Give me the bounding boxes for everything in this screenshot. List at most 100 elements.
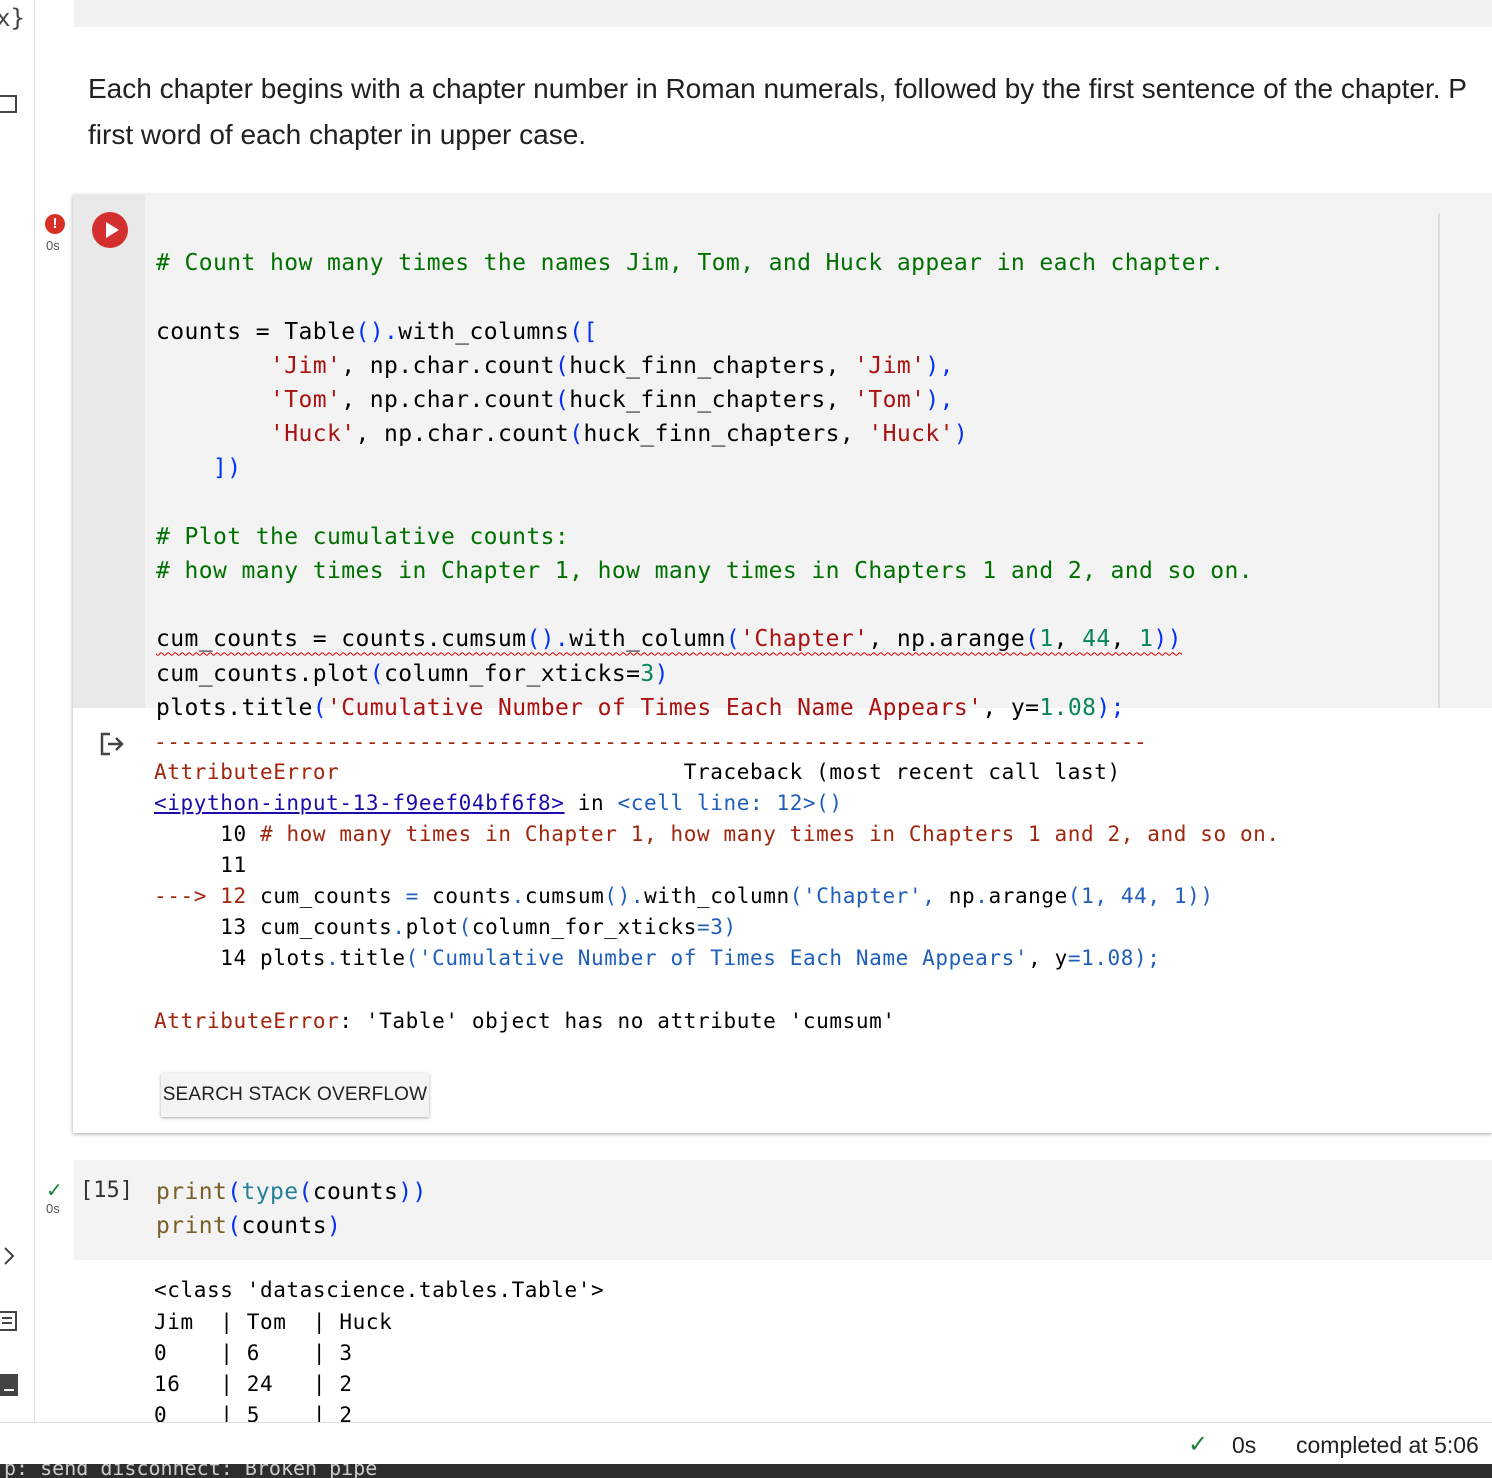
traceback-line-12: ---> 12 cum_counts = counts.cumsum().wit…	[154, 884, 1214, 908]
code-token: ),	[925, 387, 954, 414]
traceback-code: title	[339, 946, 406, 970]
traceback-code: np	[948, 884, 976, 908]
traceback-header: AttributeError Traceback (most recent ca…	[154, 760, 1121, 784]
traceback-code: y	[1054, 946, 1068, 970]
success-check-icon: ✓	[46, 1180, 63, 1202]
error-underline-line: cum_counts = counts.cumsum().with_column…	[156, 626, 1182, 652]
code-string: 'Tom'	[854, 387, 926, 414]
code-token: ,	[1053, 626, 1083, 653]
code-number: 3	[640, 660, 655, 687]
error-name: AttributeError	[154, 760, 340, 784]
traceback-code: plot	[405, 915, 459, 939]
code-lines[interactable]: print(type(counts)) print(counts)	[156, 1175, 427, 1243]
code-token: )	[953, 421, 969, 448]
code-token: )	[326, 1213, 342, 1240]
previous-cell-fragment	[74, 0, 1492, 27]
code-token: (	[554, 387, 570, 414]
traceback-label: Traceback (most recent call last)	[683, 760, 1121, 784]
traceback-code: ,	[922, 884, 949, 908]
traceback-line-13: 13 cum_counts.plot(column_for_xticks=3)	[154, 915, 737, 939]
line-number: 14	[154, 946, 260, 970]
traceback-location: <ipython-input-13-f9eef04bf6f8> in <cell…	[154, 791, 843, 815]
traceback-code: =3)	[697, 915, 737, 939]
cell-gutter	[73, 195, 145, 708]
traceback-code: (	[789, 884, 803, 908]
traceback-code: .	[975, 884, 989, 908]
traceback-code: =	[405, 884, 433, 908]
run-cell-button[interactable]	[92, 212, 128, 248]
error-arrow: ---> 12	[154, 884, 260, 908]
line-number: 11	[154, 853, 247, 877]
markdown-line: first word of each chapter in upper case…	[88, 119, 587, 150]
status-completed[interactable]: completed at 5:06	[1296, 1432, 1479, 1459]
code-number: 44	[1082, 626, 1111, 653]
code-string: 'Chapter'	[740, 626, 869, 653]
code-token: ))	[1153, 626, 1182, 653]
traceback-code: cum_counts	[259, 915, 393, 939]
traceback-code: cumsum	[524, 884, 605, 908]
chevron-right-icon[interactable]	[0, 1244, 20, 1273]
traceback-code: column_for_xticks	[471, 915, 698, 939]
completed-check-icon: ✓	[1188, 1431, 1209, 1458]
code-token: huck_finn_chapters,	[583, 421, 869, 448]
code-token: plots.title	[156, 694, 313, 721]
status-bar	[0, 1422, 1492, 1469]
traceback-code: plots	[259, 946, 327, 970]
variables-icon[interactable]: x}	[0, 4, 25, 32]
traceback-code: ,	[1028, 946, 1055, 970]
code-token: print	[156, 1179, 228, 1205]
code-token: , np.arange	[868, 626, 1026, 653]
line-number: 13	[154, 915, 260, 939]
traceback-in: in	[564, 791, 618, 815]
editor-ruler	[1438, 213, 1440, 708]
code-token: huck_finn_chapters,	[569, 352, 855, 379]
code-string: 'Huck'	[868, 421, 954, 448]
execution-time: 0s	[46, 238, 60, 253]
traceback-code: arange	[988, 884, 1068, 908]
markdown-cell[interactable]: Each chapter begins with a chapter numbe…	[88, 66, 1492, 158]
files-icon[interactable]	[0, 94, 20, 121]
traceback-line-14: 14 plots.title('Cumulative Number of Tim…	[154, 946, 1161, 970]
terminal-icon[interactable]	[0, 1372, 20, 1403]
code-token: cum_counts.plot	[156, 660, 370, 687]
table-header: Jim | Tom | Huck	[154, 1310, 393, 1334]
execution-count: [15]	[80, 1178, 133, 1203]
log-strip: p: send disconnect: Broken pipe	[0, 1464, 1492, 1478]
code-token: (	[369, 660, 384, 687]
traceback-code: cum_counts	[259, 884, 406, 908]
code-token: )	[654, 660, 669, 687]
traceback-code: 'Chapter'	[803, 884, 923, 908]
ipython-input-link[interactable]: <ipython-input-13-f9eef04bf6f8>	[154, 791, 565, 815]
code-comment: # Plot the cumulative counts:	[156, 523, 570, 550]
traceback-divider: ----------------------------------------…	[154, 730, 1148, 754]
code-token: , np.char.count	[341, 387, 555, 414]
traceback-code: ().	[604, 884, 645, 908]
code-token: (	[554, 352, 570, 379]
code-number: 1.08	[1039, 694, 1097, 721]
code-number: 1	[1039, 626, 1054, 653]
code-token: with_column	[569, 626, 726, 653]
code-string: 'Jim'	[854, 352, 926, 379]
execution-time: 0s	[46, 1201, 60, 1216]
command-palette-icon[interactable]	[0, 1310, 20, 1339]
code-token: huck_finn_chapters,	[569, 387, 855, 414]
traceback-code: (	[458, 915, 472, 939]
code-token: ])	[156, 455, 242, 482]
search-stack-overflow-button[interactable]: SEARCH STACK OVERFLOW	[161, 1073, 429, 1117]
output-class-line: <class 'datascience.tables.Table'>	[154, 1278, 605, 1302]
code-lines[interactable]: # Count how many times the names Jim, To…	[156, 212, 1253, 725]
code-string: 'Huck'	[156, 421, 356, 448]
code-token: );	[1096, 694, 1125, 721]
code-token: with_columns	[398, 318, 570, 345]
code-token: (	[312, 694, 327, 721]
traceback-code: (	[405, 946, 419, 970]
code-token: ),	[925, 352, 954, 379]
output-redirect-icon[interactable]	[98, 730, 126, 763]
code-token: (	[227, 1213, 242, 1240]
traceback-code: .	[326, 946, 340, 970]
traceback-code: 'Cumulative Number of Times Each Name Ap…	[418, 946, 1029, 970]
code-token: (	[227, 1179, 242, 1205]
code-string: 'Jim'	[156, 352, 342, 379]
code-token: cum_counts = counts.cumsum	[156, 626, 527, 653]
traceback-code: # how many times in Chapter 1, how many …	[259, 822, 1280, 846]
